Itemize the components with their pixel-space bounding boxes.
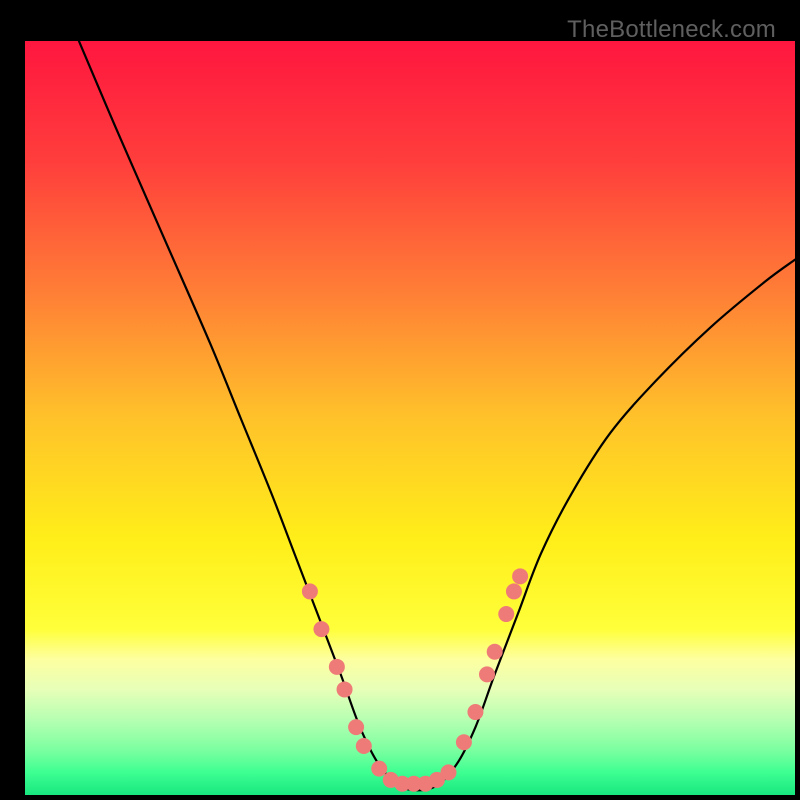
highlight-dot <box>512 568 528 584</box>
highlight-dot <box>329 659 345 675</box>
watermark-text: TheBottleneck.com <box>567 16 776 44</box>
highlight-dot <box>337 681 353 697</box>
gradient-background <box>25 41 795 795</box>
chart-svg <box>25 41 795 795</box>
highlight-dot <box>441 764 457 780</box>
highlight-dot <box>456 734 472 750</box>
highlight-dot <box>487 644 503 660</box>
highlight-dot <box>313 621 329 637</box>
highlight-dot <box>479 666 495 682</box>
highlight-dot <box>356 738 372 754</box>
highlight-dot <box>371 761 387 777</box>
chart-frame: TheBottleneck.com <box>10 10 790 790</box>
highlight-dot <box>302 583 318 599</box>
highlight-dot <box>498 606 514 622</box>
highlight-dot <box>467 704 483 720</box>
chart-plot-area <box>25 41 795 795</box>
highlight-dot <box>348 719 364 735</box>
highlight-dot <box>506 583 522 599</box>
